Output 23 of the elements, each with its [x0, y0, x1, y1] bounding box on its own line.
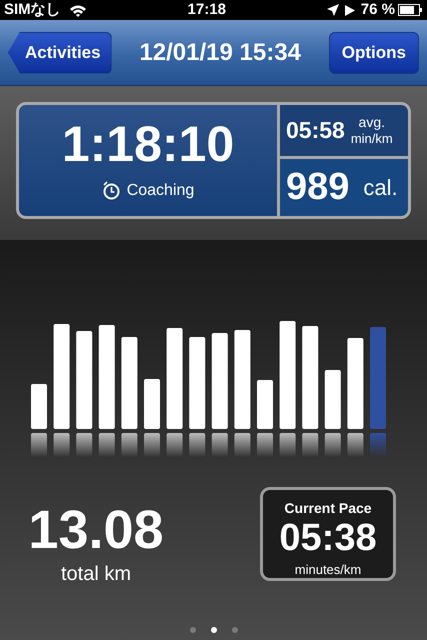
- duration-value: 1:18:10: [62, 118, 234, 168]
- options-button[interactable]: Options: [328, 32, 419, 74]
- clock-time: 17:18: [186, 0, 227, 20]
- carrier-label: SIMなし: [4, 0, 61, 20]
- pace-unit-label: min/km: [350, 131, 393, 148]
- distance-label: total km: [60, 562, 132, 587]
- nav-title: 12/01/19 15:34: [138, 38, 302, 68]
- calories-unit: cal.: [363, 174, 398, 202]
- alarm-clock-icon: [102, 181, 121, 200]
- back-button[interactable]: Activities: [8, 32, 112, 74]
- wifi-icon: [68, 4, 87, 16]
- calories-value: 989: [286, 165, 350, 210]
- battery-percent: 76 %: [360, 0, 395, 20]
- current-pace-unit: minutes/km: [294, 561, 362, 579]
- current-pace-title: Current Pace: [284, 499, 372, 518]
- play-icon: [344, 4, 355, 16]
- location-arrow-icon: [326, 4, 339, 16]
- current-pace-value: 05:38: [279, 519, 377, 557]
- distance-value: 13.08: [28, 503, 164, 557]
- avg-label: avg.: [358, 114, 385, 132]
- battery-icon: [398, 4, 423, 16]
- coaching-label: Coaching: [126, 180, 194, 200]
- avg-pace-value: 05:58: [286, 116, 345, 146]
